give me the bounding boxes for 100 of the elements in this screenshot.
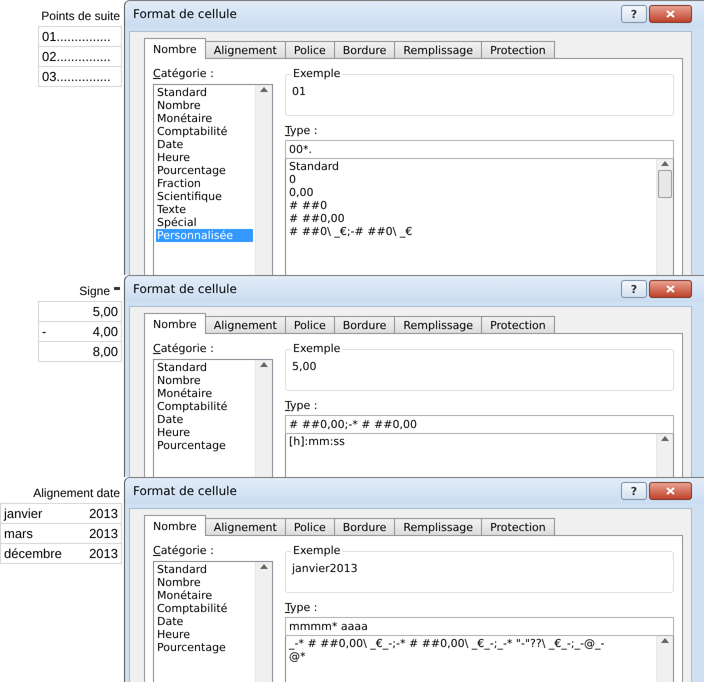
list-item[interactable]: 0 — [288, 173, 654, 186]
list-item[interactable]: Comptabilité — [156, 125, 253, 138]
list-item[interactable]: Texte — [156, 203, 253, 216]
example-value: janvier2013 — [292, 562, 358, 575]
tab[interactable]: Nombre — [144, 515, 206, 536]
list-item[interactable]: Pourcentage — [156, 164, 253, 177]
list-item[interactable]: Standard — [156, 563, 253, 576]
list-item[interactable]: Standard — [288, 160, 654, 173]
table-cell: 5,00 — [92, 304, 118, 319]
column-heading: Alignement date — [33, 486, 120, 500]
example-value: 5,00 — [292, 360, 316, 373]
tab[interactable]: Alignement — [204, 518, 286, 536]
list-item[interactable]: Pourcentage — [156, 641, 253, 654]
scroll-up-icon[interactable] — [661, 638, 669, 643]
list-item[interactable]: Monétaire — [156, 112, 253, 125]
input-field[interactable]: mmmm* aaaa — [285, 617, 674, 636]
list-item[interactable]: Date — [156, 413, 253, 426]
table-cell: 2013 — [89, 526, 118, 541]
help-button[interactable]: ? — [621, 5, 647, 23]
window-title: Format de cellule — [133, 7, 237, 21]
tab[interactable]: Nombre — [144, 313, 206, 334]
list-item[interactable]: Monétaire — [156, 387, 253, 400]
tab[interactable]: Protection — [481, 518, 555, 536]
close-icon — [666, 487, 675, 495]
list-item[interactable]: Heure — [156, 426, 253, 439]
tab[interactable]: Remplissage — [394, 316, 482, 334]
list-item[interactable]: Date — [156, 138, 253, 151]
table-cell: 4,00 — [92, 324, 118, 339]
group-label: Exemple — [291, 342, 342, 355]
table-cell: 02............... — [42, 49, 111, 64]
window-title: Format de cellule — [133, 282, 237, 296]
group-label: Exemple — [291, 67, 342, 80]
help-button[interactable]: ? — [621, 482, 647, 500]
tab[interactable]: Police — [284, 41, 335, 59]
close-icon — [666, 10, 675, 18]
category-label: Catégorie : — [153, 342, 215, 357]
column-heading: Points de suite — [41, 9, 120, 23]
list-item[interactable]: Nombre — [156, 99, 253, 112]
tab[interactable]: Alignement — [204, 41, 286, 59]
type-label: Type : — [285, 601, 318, 616]
table-cell: 2013 — [89, 506, 118, 521]
list-item[interactable]: Spécial — [156, 216, 253, 229]
tab[interactable]: Police — [284, 518, 335, 536]
help-button[interactable]: ? — [621, 280, 647, 298]
input-field[interactable]: 00*. — [285, 140, 674, 159]
list-item[interactable]: # ##0,00 — [288, 212, 654, 225]
list-item[interactable]: Nombre — [156, 576, 253, 589]
list-item[interactable]: # ##0 — [288, 199, 654, 212]
close-button[interactable] — [649, 5, 692, 23]
list-item[interactable]: 0,00 — [288, 186, 654, 199]
input-field[interactable]: # ##0,00;-* # ##0,00 — [285, 415, 674, 434]
close-icon — [666, 285, 675, 293]
scroll-thumb[interactable] — [658, 170, 672, 198]
list-item[interactable]: Fraction — [156, 177, 253, 190]
scroll-up-icon[interactable] — [661, 161, 669, 166]
scroll-up-icon[interactable] — [260, 362, 268, 367]
group-label: Exemple — [291, 544, 342, 557]
list-item[interactable]: # ##0\ _€;-# ##0\ _€ — [288, 225, 654, 238]
table-cell: 2013 — [89, 546, 118, 561]
list-item[interactable]: Heure — [156, 628, 253, 641]
list-item[interactable]: Comptabilité — [156, 602, 253, 615]
list-item[interactable]: Date — [156, 615, 253, 628]
tab[interactable]: Bordure — [334, 518, 396, 536]
tab[interactable]: Protection — [481, 41, 555, 59]
list-item[interactable]: [h]:mm:ss — [288, 435, 654, 448]
tab[interactable]: Bordure — [334, 41, 396, 59]
table-cell: janvier — [4, 506, 42, 521]
list-item[interactable]: _-* # ##0,00\ _€_-;-* # ##0,00\ _€_-;_-* "-"??\ _€_-;_-@_- — [288, 637, 654, 650]
close-button[interactable] — [649, 482, 692, 500]
category-label: Catégorie : — [153, 544, 215, 559]
scroll-up-icon[interactable] — [661, 436, 669, 441]
list-item[interactable]: Monétaire — [156, 589, 253, 602]
list-item[interactable]: Heure — [156, 151, 253, 164]
close-button[interactable] — [649, 280, 692, 298]
list-item[interactable]: Pourcentage — [156, 439, 253, 452]
tab[interactable]: Remplissage — [394, 518, 482, 536]
category-label: Catégorie : — [153, 67, 215, 82]
scroll-up-icon[interactable] — [260, 564, 268, 569]
table-cell: 03............... — [42, 69, 111, 84]
list-item[interactable]: Nombre — [156, 374, 253, 387]
table-cell: - — [42, 324, 46, 339]
tab[interactable]: Bordure — [334, 316, 396, 334]
tab[interactable]: Police — [284, 316, 335, 334]
table-cell: mars — [4, 526, 33, 541]
window-title: Format de cellule — [133, 484, 237, 498]
table-cell: 01............... — [42, 29, 111, 44]
table-cell: 8,00 — [92, 344, 118, 359]
example-value: 01 — [292, 85, 306, 98]
list-item[interactable]: Comptabilité — [156, 400, 253, 413]
tab[interactable]: Alignement — [204, 316, 286, 334]
type-label: Type : — [285, 124, 318, 139]
list-item[interactable]: Standard — [156, 86, 253, 99]
tab[interactable]: Nombre — [144, 38, 206, 59]
type-label: Type : — [285, 399, 318, 414]
list-item[interactable]: @* — [288, 650, 654, 663]
list-item[interactable]: Scientifique — [156, 190, 253, 203]
tab[interactable]: Remplissage — [394, 41, 482, 59]
scroll-up-icon[interactable] — [260, 87, 268, 92]
tab[interactable]: Protection — [481, 316, 555, 334]
list-item[interactable]: Standard — [156, 361, 253, 374]
